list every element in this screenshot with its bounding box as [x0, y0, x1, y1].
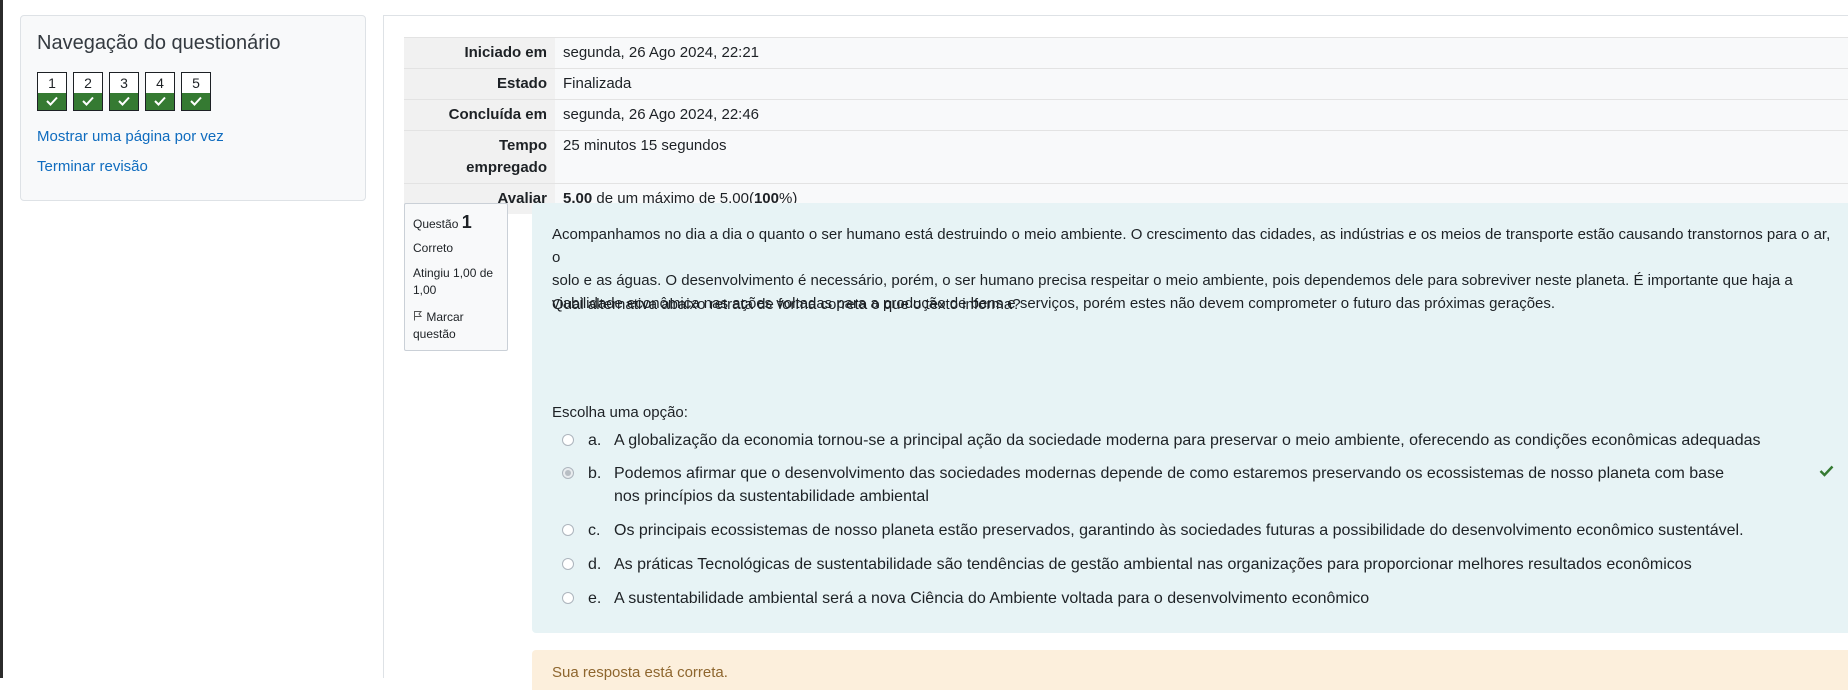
summary-row-time: Tempo empregado 25 minutos 15 segundos	[404, 130, 1848, 184]
flag-question-button[interactable]: Marcar questão	[413, 309, 499, 343]
option-text: Os principais ecossistemas de nosso plan…	[614, 522, 1744, 539]
check-icon	[110, 93, 138, 110]
summary-row-started: Iniciado em segunda, 26 Ago 2024, 22:21	[404, 37, 1848, 69]
summary-label: Concluída em	[404, 99, 555, 131]
answer-option-c[interactable]: c. Os principais ecossistemas de nosso p…	[562, 519, 1764, 542]
summary-label-line1: Tempo	[498, 137, 547, 154]
attempt-summary-table: Iniciado em segunda, 26 Ago 2024, 22:21 …	[404, 37, 1848, 214]
summary-value: 25 minutos 15 segundos	[555, 130, 1848, 184]
radio-button[interactable]	[562, 592, 574, 604]
summary-row-state: Estado Finalizada	[404, 68, 1848, 100]
question-text-line: Acompanhamos no dia a dia o quanto o ser…	[552, 226, 1831, 266]
answer-option-d[interactable]: d. As práticas Tecnológicas de sustentab…	[562, 553, 1764, 576]
answer-option-a[interactable]: a. A globalização da economia tornou-se …	[562, 429, 1764, 452]
summary-value: segunda, 26 Ago 2024, 22:21	[555, 37, 1848, 69]
quiz-navigation-block: Navegação do questionário 1 2 3 4 5 Most…	[20, 15, 366, 201]
show-one-page-link[interactable]: Mostrar uma página por vez	[37, 128, 224, 145]
option-text: As práticas Tecnológicas de sustentabili…	[614, 556, 1692, 573]
question-button-1[interactable]: 1	[37, 72, 67, 111]
question-buttons: 1 2 3 4 5	[37, 72, 211, 111]
question-number: 2	[84, 75, 92, 91]
summary-label: Tempo empregado	[404, 130, 555, 184]
summary-value: Finalizada	[555, 68, 1848, 100]
finish-review-link[interactable]: Terminar revisão	[37, 158, 148, 175]
question-number: 1	[48, 75, 56, 91]
question-number: 3	[120, 75, 128, 91]
correct-check-icon	[1819, 464, 1834, 482]
summary-label-line2: empregado	[466, 159, 547, 176]
check-icon	[74, 93, 102, 110]
question-grade: Atingiu 1,00 de 1,00	[413, 266, 494, 297]
check-icon	[38, 93, 66, 110]
summary-row-completed: Concluída em segunda, 26 Ago 2024, 22:46	[404, 99, 1848, 131]
check-icon	[182, 93, 210, 110]
question-prompt: Qual alternativa abaixo retrata de forma…	[552, 296, 1021, 313]
option-text: A sustentabilidade ambiental será a nova…	[614, 590, 1370, 607]
summary-value: segunda, 26 Ago 2024, 22:46	[555, 99, 1848, 131]
question-number: 4	[156, 75, 164, 91]
question-number: 1	[461, 212, 472, 232]
answer-option-e[interactable]: e. A sustentabilidade ambiental será a n…	[562, 587, 1764, 610]
feedback-text: Sua resposta está correta.	[552, 664, 728, 681]
quiz-navigation-title: Navegação do questionário	[37, 32, 281, 54]
question-label: Questão	[413, 217, 459, 231]
question-button-3[interactable]: 3	[109, 72, 139, 111]
answer-option-b[interactable]: b. Podemos afirmar que o desenvolvimento…	[562, 462, 1754, 508]
question-button-4[interactable]: 4	[145, 72, 175, 111]
question-number: 5	[192, 75, 200, 91]
summary-label: Iniciado em	[404, 37, 555, 69]
question-state: Correto	[413, 241, 454, 255]
question-button-5[interactable]: 5	[181, 72, 211, 111]
radio-button-selected[interactable]	[562, 467, 574, 479]
choose-option-label: Escolha uma opção:	[552, 404, 688, 421]
feedback-box: Sua resposta está correta.	[532, 650, 1848, 690]
summary-label: Estado	[404, 68, 555, 100]
radio-button[interactable]	[562, 558, 574, 570]
check-icon	[146, 93, 174, 110]
window-left-edge	[0, 0, 3, 678]
question-content: Acompanhamos no dia a dia o quanto o ser…	[532, 203, 1848, 633]
radio-button[interactable]	[562, 434, 574, 446]
option-letter: a.	[588, 432, 602, 449]
option-text: Podemos afirmar que o desenvolvimento da…	[614, 465, 1724, 505]
question-button-2[interactable]: 2	[73, 72, 103, 111]
flag-icon	[413, 310, 423, 324]
option-letter: b.	[588, 465, 602, 482]
question-info-box: Questão 1 Correto Atingiu 1,00 de 1,00 M…	[404, 203, 508, 351]
radio-button[interactable]	[562, 524, 574, 536]
question-text-line: solo e as águas. O desenvolvimento é nec…	[552, 272, 1793, 289]
question-number-label: Questão 1	[413, 212, 499, 233]
option-letter: d.	[588, 556, 602, 573]
option-letter: e.	[588, 590, 602, 607]
option-text: A globalização da economia tornou-se a p…	[614, 432, 1761, 449]
option-letter: c.	[588, 522, 601, 539]
